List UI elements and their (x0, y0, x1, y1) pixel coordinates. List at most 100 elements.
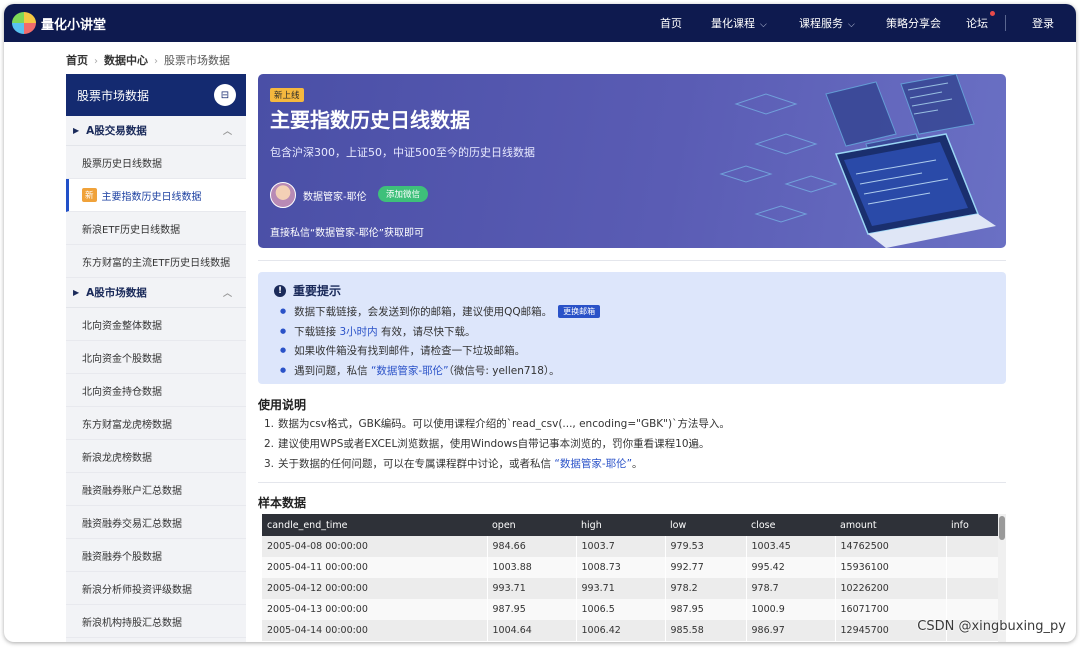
table-cell (946, 599, 999, 620)
table-header-row: candle_end_time open high low close amou… (262, 514, 998, 536)
nav-strategy-share[interactable]: 策略分享会 (886, 15, 941, 31)
contact-link[interactable]: “数据管家-耶伦” (371, 365, 449, 377)
breadcrumb-current: 股票市场数据 (164, 54, 230, 67)
sidebar-item-northbound-stock[interactable]: 北向资金个股数据 (66, 341, 246, 374)
brand-name[interactable]: 量化小讲堂 (41, 14, 106, 33)
notice-item: 如果收件箱没有找到邮件，请检查一下垃圾邮箱。 (280, 341, 600, 361)
nav-forum[interactable]: 论坛 (966, 15, 988, 31)
login-link[interactable]: 登录 (1032, 15, 1054, 31)
table-cell: 1004.64 (487, 620, 577, 641)
table-cell: 995.42 (746, 557, 836, 578)
info-icon: ! (274, 284, 286, 297)
table-cell: 10226200 (835, 578, 947, 599)
sidebar-item-margin-stock[interactable]: 融资融券个股数据 (66, 539, 246, 572)
logo-icon[interactable] (12, 12, 36, 34)
column-header[interactable]: open (487, 514, 576, 536)
sidebar-item-sina-lhb[interactable]: 新浪龙虎榜数据 (66, 440, 246, 473)
author-name: 数据管家-耶伦 (303, 192, 367, 203)
usage-item: 1. 数据为csv格式，GBK编码。可以使用课程介绍的`read_csv(...,… (264, 418, 730, 430)
usage-title: 使用说明 (258, 398, 307, 412)
hero-banner: 新上线 主要指数历史日线数据 包含沪深300，上证50，中证500至今的历史日线… (258, 74, 1006, 248)
table-row: 2005-04-13 00:00:00 987.95 1006.5 987.95 100… (262, 599, 999, 620)
sidebar-group-a-share-trading[interactable]: ▶ A股交易数据 ︿ (66, 116, 246, 146)
add-wechat-button[interactable]: 添加微信 (378, 186, 429, 202)
table-cell: 978.7 (746, 578, 836, 599)
sidebar: 股票市场数据 ⊟ ▶ A股交易数据 ︿ 股票历史日线数据 新主要指数历史日线数据 … (66, 74, 246, 642)
sidebar-item-sina-rating[interactable]: 新浪分析师投资评级数据 (66, 572, 246, 605)
column-header[interactable]: candle_end_time (262, 514, 487, 536)
column-header[interactable]: info (946, 514, 998, 536)
table-cell: 985.58 (665, 620, 747, 641)
chevron-right-icon: › (94, 56, 98, 67)
column-header[interactable]: low (665, 514, 746, 536)
table-row: 2005-04-14 00:00:00 1004.64 1006.42 985.58 9… (262, 620, 999, 641)
sidebar-item-eastmoney-etf[interactable]: 东方财富的主流ETF历史日线数据 (66, 245, 246, 278)
divider (258, 260, 1006, 261)
sidebar-item-index-daily[interactable]: 新主要指数历史日线数据 (66, 179, 246, 212)
sidebar-group-a-share-market[interactable]: ▶ A股市场数据 ︿ (66, 278, 246, 308)
notice-item: 下载链接 3小时内 有效，请尽快下载。 (280, 322, 600, 342)
scrollbar-thumb[interactable] (999, 516, 1005, 540)
chevron-right-icon: › (154, 56, 158, 67)
table-cell: 2005-04-11 00:00:00 (262, 557, 488, 578)
usage-item: 2. 建议使用WPS或者EXCEL浏览数据，使用Windows自带记事本浏览的，罚… (264, 438, 710, 450)
divider (258, 482, 1006, 483)
table-cell: 1008.73 (576, 557, 666, 578)
new-online-badge: 新上线 (270, 88, 304, 102)
nav-courses[interactable]: 量化课程 ⌵ (711, 15, 767, 31)
important-notice: !重要提示 数据下载链接，会发送到你的邮箱，建议使用QQ邮箱。更换邮箱 下载链接… (258, 272, 1006, 384)
collapse-icon[interactable]: ⊟ (214, 84, 236, 106)
table-cell: 2005-04-13 00:00:00 (262, 599, 488, 620)
chevron-down-icon: ⌵ (760, 20, 767, 30)
table-cell: 1006.5 (576, 599, 666, 620)
breadcrumb: 首页 › 数据中心 › 股票市场数据 (66, 52, 230, 68)
browser-frame: 量化小讲堂 首页 量化课程 ⌵ 课程服务 ⌵ 策略分享会 论坛 登录 首页 › 数据中心… (4, 4, 1076, 642)
triangle-right-icon: ▶ (73, 288, 80, 297)
table-cell: 992.77 (665, 557, 747, 578)
table-cell: 2005-04-08 00:00:00 (262, 536, 488, 557)
usage-list: 1. 数据为csv格式，GBK编码。可以使用课程介绍的`read_csv(...,… (264, 414, 730, 474)
chevron-up-icon: ︿ (222, 289, 232, 299)
notice-title: ! 重要提示 (274, 282, 341, 299)
chevron-down-icon: ⌵ (848, 20, 855, 30)
sidebar-item-sina-institution[interactable]: 新浪机构持股汇总数据 (66, 605, 246, 638)
table-cell: 14762500 (835, 536, 947, 557)
column-header[interactable]: high (576, 514, 665, 536)
sidebar-item-margin-trade[interactable]: 融资融券交易汇总数据 (66, 506, 246, 539)
breadcrumb-data-center[interactable]: 数据中心 (104, 52, 148, 68)
sample-table-container[interactable]: candle_end_time open high low close amou… (262, 514, 1006, 642)
notice-list: 数据下载链接，会发送到你的邮箱，建议使用QQ邮箱。更换邮箱 下载链接 3小时内 … (280, 302, 601, 381)
sidebar-item-eastmoney-lhb[interactable]: 东方财富龙虎榜数据 (66, 407, 246, 440)
table-cell: 2005-04-12 00:00:00 (262, 578, 488, 599)
sidebar-item-margin-account[interactable]: 融资融券账户汇总数据 (66, 473, 246, 506)
new-badge: 新 (82, 188, 97, 202)
nav-course-services[interactable]: 课程服务 ⌵ (799, 15, 855, 31)
notification-dot (990, 11, 995, 16)
sidebar-title: 股票市场数据 ⊟ (66, 74, 246, 116)
sample-title: 样本数据 (258, 496, 307, 510)
table-cell: 978.2 (665, 578, 747, 599)
contact-link[interactable]: “数据管家-耶伦” (554, 458, 632, 470)
table-cell (946, 557, 999, 578)
table-cell: 984.66 (487, 536, 577, 557)
breadcrumb-home[interactable]: 首页 (66, 52, 88, 68)
sidebar-item-stock-daily[interactable]: 股票历史日线数据 (66, 146, 246, 179)
table-cell: 1003.88 (487, 557, 577, 578)
chevron-up-icon: ︿ (222, 127, 232, 137)
page-title: 主要指数历史日线数据 (270, 108, 470, 132)
sidebar-item-sina-etf[interactable]: 新浪ETF历史日线数据 (66, 212, 246, 245)
change-email-button[interactable]: 更换邮箱 (558, 305, 601, 318)
triangle-right-icon: ▶ (73, 126, 80, 135)
table-cell: 2005-04-14 00:00:00 (262, 620, 488, 641)
sidebar-item-northbound-total[interactable]: 北向资金整体数据 (66, 308, 246, 341)
notice-item: 遇到问题，私信 “数据管家-耶伦”（微信号: yellen718）。 (280, 361, 600, 381)
column-header[interactable]: close (746, 514, 835, 536)
sidebar-item-northbound-holding[interactable]: 北向资金持仓数据 (66, 374, 246, 407)
table-cell: 993.71 (576, 578, 666, 599)
table-cell (946, 578, 999, 599)
laptop-illustration (719, 74, 996, 248)
nav-home[interactable]: 首页 (660, 15, 682, 31)
column-header[interactable]: amount (835, 514, 946, 536)
notice-item: 数据下载链接，会发送到你的邮箱，建议使用QQ邮箱。更换邮箱 (280, 302, 601, 322)
table-cell: 986.97 (746, 620, 836, 641)
